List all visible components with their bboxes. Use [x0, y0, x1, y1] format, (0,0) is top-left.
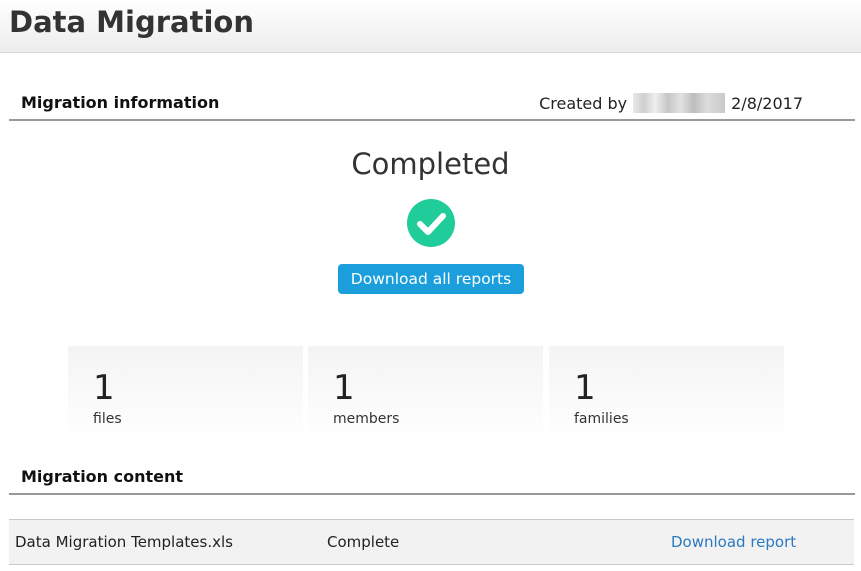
created-by: Created by 2/8/2017 [539, 93, 803, 113]
row-file-name: Data Migration Templates.xls [15, 533, 233, 551]
created-by-label: Created by [539, 93, 628, 113]
stat-card-files: 1 files [68, 346, 303, 442]
download-all-reports-button[interactable]: Download all reports [338, 264, 524, 294]
migration-content-header: Migration content [9, 463, 855, 495]
migration-info-title: Migration information [21, 93, 220, 112]
page-title: Data Migration [9, 5, 254, 39]
stat-value: 1 [93, 368, 115, 408]
migration-info-header: Migration information Created by 2/8/201… [9, 89, 855, 121]
stat-card-families: 1 families [549, 346, 784, 442]
stat-label: families [574, 411, 629, 427]
table-row: Data Migration Templates.xls Complete Do… [9, 519, 854, 565]
page-header: Data Migration [0, 0, 861, 53]
status-label: Completed [351, 147, 510, 181]
check-circle-icon [407, 199, 455, 247]
redacted-username [633, 93, 726, 113]
stat-value: 1 [574, 368, 596, 408]
created-date: 2/8/2017 [731, 93, 803, 113]
stat-label: files [93, 411, 122, 427]
stat-label: members [333, 411, 400, 427]
stat-value: 1 [333, 368, 355, 408]
migration-content-title: Migration content [21, 467, 184, 486]
download-report-link[interactable]: Download report [671, 533, 796, 551]
stat-card-members: 1 members [308, 346, 543, 442]
row-status: Complete [327, 533, 400, 551]
